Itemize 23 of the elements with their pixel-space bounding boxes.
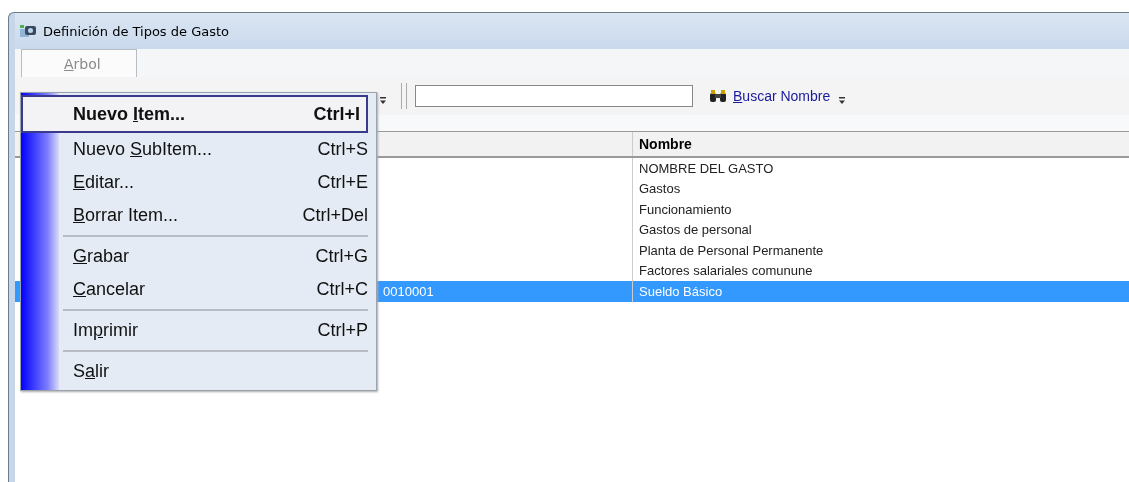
menu-item[interactable]: Nuevo SubItem... Ctrl+S bbox=[59, 133, 368, 166]
table-cell: Gastos bbox=[639, 181, 681, 197]
search-name-link[interactable]: Buscar Nombre bbox=[709, 88, 831, 104]
menu-item[interactable]: Grabar Ctrl+G bbox=[59, 240, 368, 273]
table-cell: 0010001 bbox=[383, 283, 434, 299]
table-cell: Planta de Personal Permanente bbox=[639, 242, 824, 258]
search-field[interactable] bbox=[415, 85, 693, 107]
binoculars-icon bbox=[709, 89, 727, 103]
app-icon bbox=[19, 23, 37, 39]
table-cell: Factores salariales comunune bbox=[639, 263, 813, 279]
table-cell: Gastos de personal bbox=[639, 222, 752, 238]
menu-item[interactable]: Borrar Item... Ctrl+Del bbox=[59, 199, 368, 232]
menu-item[interactable]: Salir bbox=[59, 355, 368, 388]
menu-item[interactable]: Imprimir Ctrl+P bbox=[59, 314, 368, 347]
toolbar-overflow-icon[interactable] bbox=[838, 97, 847, 105]
table-cell: Sueldo Básico bbox=[639, 283, 723, 299]
table-cell: NOMBRE DEL GASTO bbox=[639, 160, 774, 176]
table-cell: Funcionamiento bbox=[639, 201, 732, 217]
menu-item[interactable]: Nuevo Item... Ctrl+I bbox=[21, 95, 368, 133]
menu-item[interactable]: Editar... Ctrl+E bbox=[59, 166, 368, 199]
column-header[interactable]: Nombre bbox=[633, 132, 1129, 156]
toolbar-overflow-icon[interactable] bbox=[379, 97, 387, 105]
window-title: Definición de Tipos de Gasto bbox=[43, 23, 230, 39]
